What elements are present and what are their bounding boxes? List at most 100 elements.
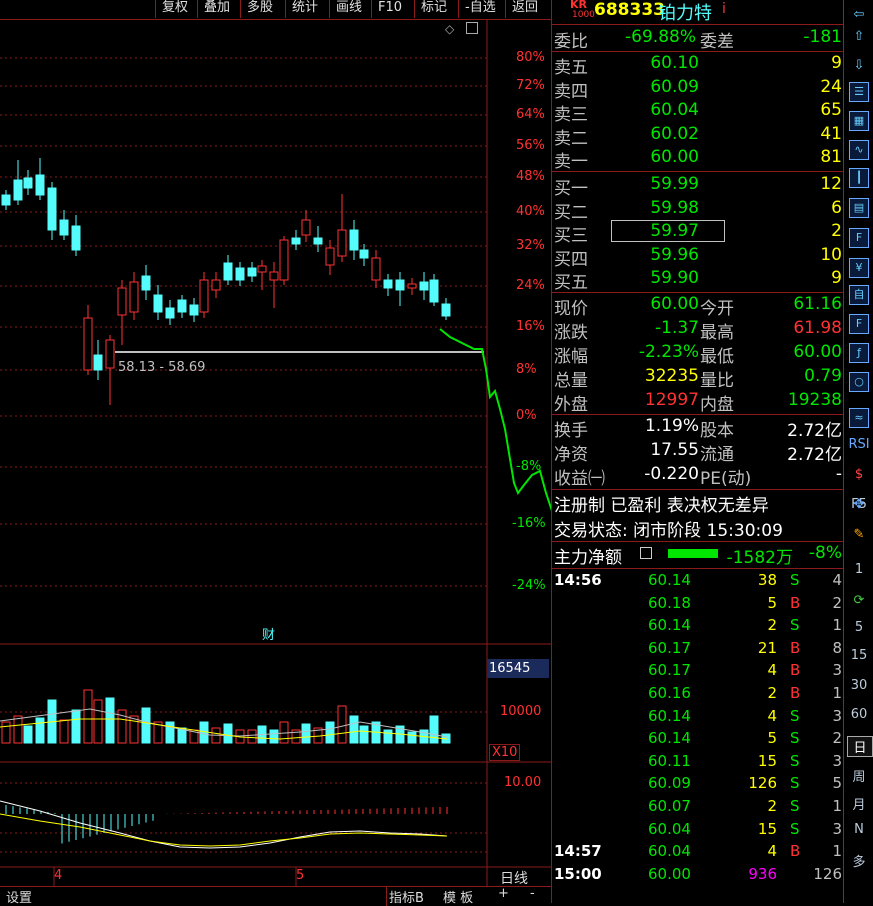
ask-row[interactable]: 卖一 60.00 81 xyxy=(552,147,844,172)
rsi-button[interactable]: RSI xyxy=(844,437,873,452)
bid-row[interactable]: 买五 59.90 9 xyxy=(552,268,844,293)
quote-list-icon[interactable]: ☰ xyxy=(849,82,869,102)
period-30m-button[interactable]: 30 xyxy=(844,678,873,693)
ask-row[interactable]: 卖三 60.04 65 xyxy=(552,100,844,125)
fundamental-row: 收益㈠ -0.220 PE(动) - xyxy=(552,464,844,489)
diamond-icon[interactable]: ◇ xyxy=(445,22,454,36)
grid-icon[interactable]: ▦ xyxy=(849,111,869,131)
ask-row[interactable]: 卖二 60.02 41 xyxy=(552,124,844,149)
up-arrow-icon[interactable]: ⇧ xyxy=(848,26,870,48)
main-net-label: 主力净额 xyxy=(554,548,622,568)
tick-count: 3 xyxy=(832,819,842,838)
list-icon[interactable] xyxy=(640,547,652,559)
level-label: 卖五 xyxy=(554,58,588,78)
tick-row: 15:00 60.00 936 126 xyxy=(552,865,844,888)
volume-bar xyxy=(383,729,393,744)
tick-direction: S xyxy=(790,819,800,838)
selected-bid-box[interactable] xyxy=(611,220,725,242)
tick-count: 1 xyxy=(832,616,842,635)
bid-row[interactable]: 买一 59.99 12 xyxy=(552,174,844,199)
fund-label: 净资 xyxy=(554,445,588,465)
candle-body xyxy=(153,294,163,313)
bid-row[interactable]: 买四 59.96 10 xyxy=(552,245,844,270)
candle-body xyxy=(419,281,429,291)
remove-watchlist-button[interactable]: -自选 xyxy=(458,0,504,18)
tick-row: 60.18 5 B 2 xyxy=(552,594,844,617)
tick-direction: S xyxy=(790,797,800,815)
finance-marker[interactable]: 财 xyxy=(262,624,275,643)
zoom-in-button[interactable]: + xyxy=(498,886,509,901)
info-icon[interactable]: i xyxy=(722,1,726,17)
tick-volume: 2 xyxy=(767,684,777,702)
period-label[interactable]: 日线 xyxy=(500,868,528,888)
period-60m-button[interactable]: 60 xyxy=(844,707,873,722)
fx-icon[interactable]: ƒ xyxy=(849,343,869,363)
dollar-icon[interactable]: $ xyxy=(848,464,870,486)
ask-row[interactable]: 卖五 60.10 9 xyxy=(552,53,844,78)
mark-button[interactable]: 标记 xyxy=(414,0,457,18)
self-select-icon[interactable]: 自 xyxy=(849,285,869,305)
indicator-button[interactable]: 指标B xyxy=(386,887,424,906)
period-1m-button[interactable]: 1 xyxy=(844,562,873,577)
order-diff-value: -181 xyxy=(803,27,842,47)
level-price: 59.99 xyxy=(650,174,699,194)
back-button[interactable]: 返回 xyxy=(505,0,551,18)
zoom-out-button[interactable]: - xyxy=(530,886,535,901)
period-n-button[interactable]: N xyxy=(844,822,873,837)
month-label-5: 5 xyxy=(296,868,305,883)
overlay-button[interactable]: 叠加 xyxy=(197,0,239,18)
candle-chart-icon[interactable]: ┃ xyxy=(849,168,869,188)
level-price: 59.90 xyxy=(650,268,699,289)
candle-body xyxy=(247,267,257,277)
toggle-panel-icon[interactable] xyxy=(466,22,478,34)
multi-stock-button[interactable]: 多股 xyxy=(240,0,284,18)
volume-tick: 10000 xyxy=(500,704,542,719)
draw-line-button[interactable]: 画线 xyxy=(329,0,370,18)
candle-body xyxy=(71,225,81,251)
template-button[interactable]: 模 板 xyxy=(443,887,473,906)
f10-icon[interactable]: F xyxy=(849,228,869,248)
restore-rights-button[interactable]: 复权 xyxy=(155,0,195,18)
percent-tick: 8% xyxy=(516,362,537,377)
tick-row: 14:57 60.04 4 B 1 xyxy=(552,842,844,865)
finance-icon[interactable]: ¥ xyxy=(849,258,869,278)
period-day-button[interactable]: 日 xyxy=(847,736,873,757)
tick-row: 60.17 21 B 8 xyxy=(552,639,844,662)
period-multi-button[interactable]: 多 xyxy=(844,851,873,870)
main-net-bar xyxy=(668,549,718,558)
volume-bar xyxy=(59,719,69,744)
move-icon[interactable]: ✥ xyxy=(848,494,870,516)
wave-icon[interactable]: ≈ xyxy=(849,408,869,428)
candle-body xyxy=(93,354,103,371)
pencil-icon[interactable]: ✎ xyxy=(848,524,870,546)
level-label: 买一 xyxy=(554,179,588,199)
candle-body xyxy=(59,219,69,236)
level-label: 买四 xyxy=(554,249,588,270)
line-chart-icon[interactable]: ∿ xyxy=(849,140,869,160)
candle-body xyxy=(165,307,175,319)
kline-chart[interactable]: 58.13 - 58.69 xyxy=(0,19,551,886)
refresh-icon[interactable]: ⟳ xyxy=(848,590,870,612)
level-volume: 81 xyxy=(820,147,842,168)
trade-state: 交易状态: 闭市阶段 15:30:09 xyxy=(554,521,783,541)
news-icon[interactable]: ▤ xyxy=(849,198,869,218)
tick-direction: S xyxy=(790,774,800,793)
left-arrow-icon[interactable]: ⇦ xyxy=(848,4,870,26)
statistics-button[interactable]: 统计 xyxy=(285,0,328,18)
fund-value: - xyxy=(835,464,842,484)
period-month-button[interactable]: 月 xyxy=(844,794,873,813)
circle-icon[interactable]: ○ xyxy=(849,372,869,392)
period-15m-button[interactable]: 15 xyxy=(844,648,873,663)
period-5m-button[interactable]: 5 xyxy=(844,620,873,635)
ask-row[interactable]: 卖四 60.09 24 xyxy=(552,77,844,102)
bid-row[interactable]: 买二 59.98 6 xyxy=(552,198,844,223)
percent-tick: 48% xyxy=(516,169,545,184)
down-arrow-icon[interactable]: ⇩ xyxy=(848,55,870,77)
period-week-button[interactable]: 周 xyxy=(844,766,873,785)
settings-button[interactable]: 设置 xyxy=(6,887,32,906)
volume-bar xyxy=(301,723,311,744)
f10-button[interactable]: F10 xyxy=(371,0,413,18)
quote-panel: KR 1000 688333 铂力特 i 委比 -69.88% 委差 -181 … xyxy=(551,0,844,903)
f2-icon[interactable]: F xyxy=(849,314,869,334)
candle-body xyxy=(117,287,127,316)
